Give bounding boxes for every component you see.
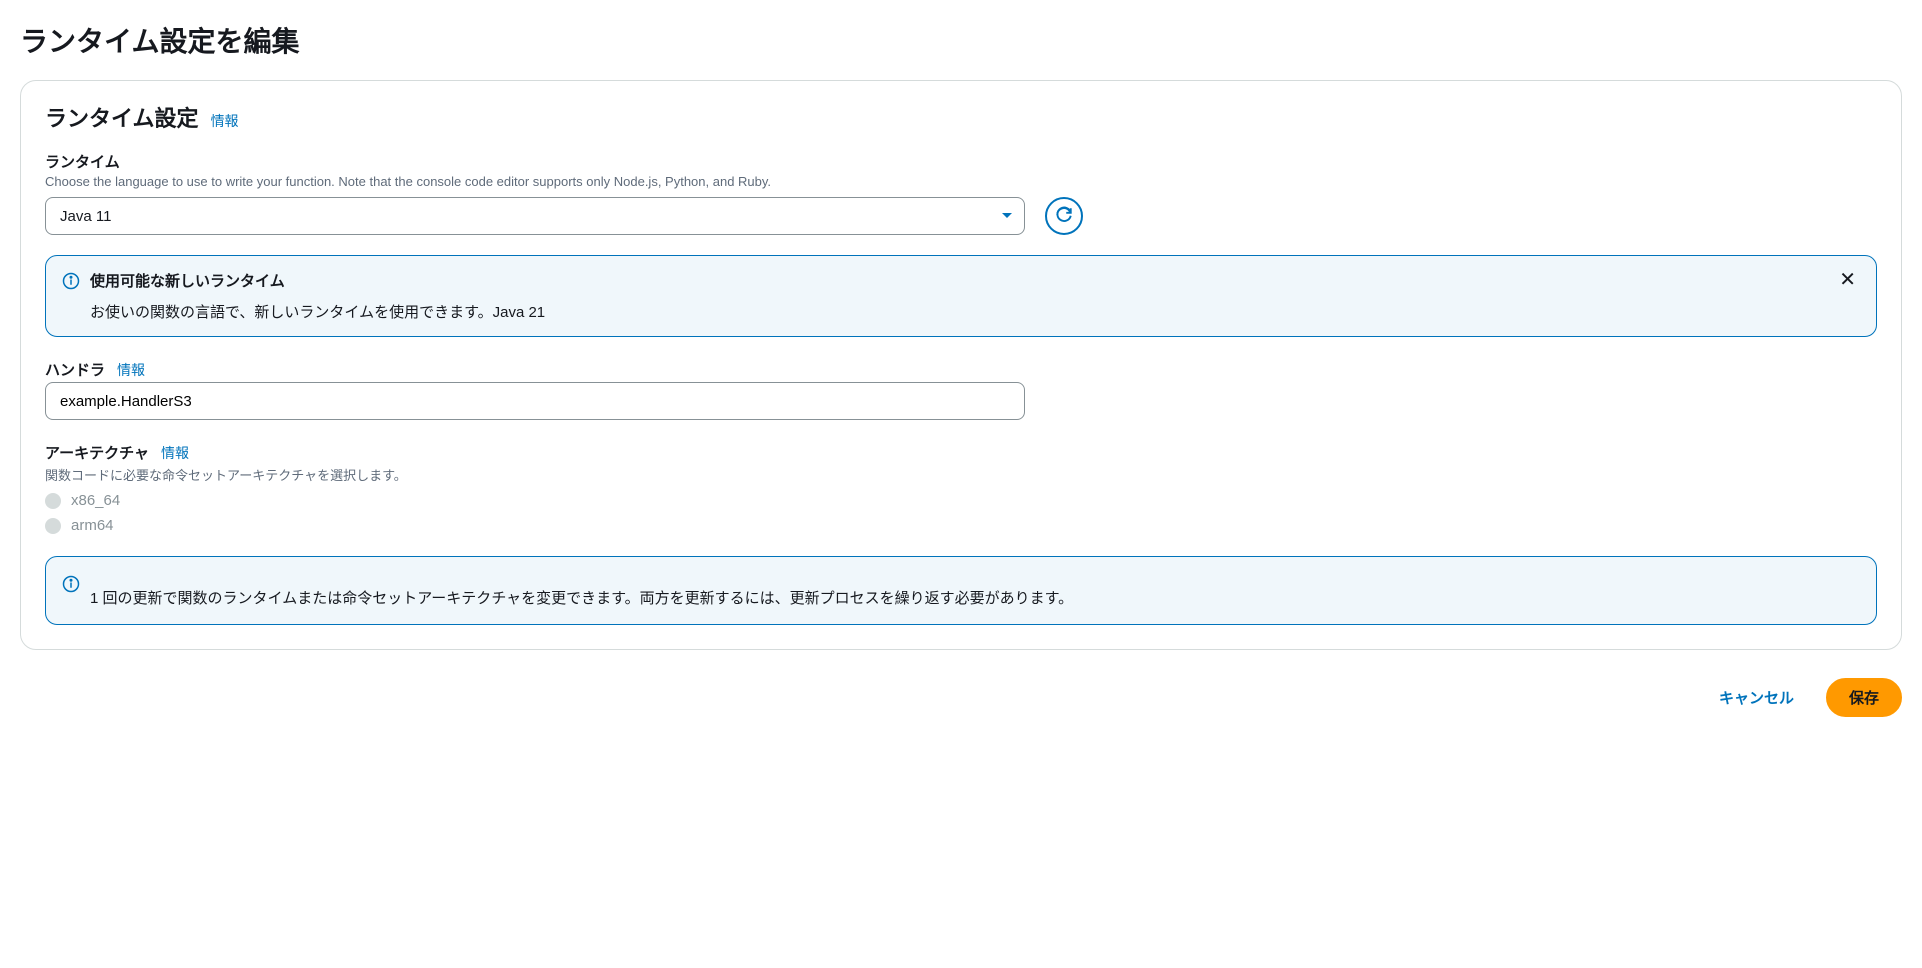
architecture-option-arm64[interactable]: arm64 xyxy=(45,517,1877,534)
section-header: ランタイム設定 情報 xyxy=(45,101,1877,133)
radio-label: x86_64 xyxy=(71,492,120,509)
architecture-option-x86[interactable]: x86_64 xyxy=(45,492,1877,509)
footer-actions: キャンセル 保存 xyxy=(20,678,1902,717)
runtime-description: Choose the language to use to write your… xyxy=(45,174,1877,189)
radio-icon xyxy=(45,493,61,509)
refresh-button[interactable] xyxy=(1045,197,1083,235)
runtime-select-wrapper: Java 11 xyxy=(45,197,1025,235)
runtime-label: ランタイム xyxy=(45,151,120,172)
radio-icon xyxy=(45,518,61,534)
runtime-select[interactable]: Java 11 xyxy=(45,197,1025,235)
runtime-row: Java 11 xyxy=(45,197,1877,235)
handler-label-row: ハンドラ 情報 xyxy=(45,359,1877,380)
refresh-icon xyxy=(1055,206,1073,227)
runtime-label-row: ランタイム xyxy=(45,151,1877,172)
architecture-description: 関数コードに必要な命令セットアーキテクチャを選択します。 xyxy=(45,465,1877,484)
alert-body: 使用可能な新しいランタイム お使いの関数の言語で、新しいランタイムを使用できます… xyxy=(90,270,1825,322)
runtime-settings-panel: ランタイム設定 情報 ランタイム Choose the language to … xyxy=(20,80,1902,650)
update-info-alert: 1 回の更新で関数のランタイムまたは命令セットアーキテクチャを変更できます。両方… xyxy=(45,556,1877,625)
info-icon xyxy=(62,272,80,295)
alert-title: 使用可能な新しいランタイム xyxy=(90,270,1825,291)
section-title: ランタイム設定 xyxy=(45,101,199,133)
handler-input[interactable] xyxy=(45,382,1025,420)
page-title: ランタイム設定を編集 xyxy=(20,20,1902,60)
architecture-label: アーキテクチャ xyxy=(45,442,149,463)
save-button[interactable]: 保存 xyxy=(1826,678,1902,717)
architecture-radio-group: x86_64 arm64 xyxy=(45,492,1877,534)
alert-text: お使いの関数の言語で、新しいランタイムを使用できます。Java 21 xyxy=(90,301,1825,322)
radio-label: arm64 xyxy=(71,517,114,534)
cancel-button[interactable]: キャンセル xyxy=(1707,679,1806,716)
alert-text: 1 回の更新で関数のランタイムまたは命令セットアーキテクチャを変更できます。両方… xyxy=(90,587,1860,608)
info-icon xyxy=(62,575,80,598)
section-info-link[interactable]: 情報 xyxy=(211,111,239,131)
close-icon: ✕ xyxy=(1839,269,1856,291)
close-alert-button[interactable]: ✕ xyxy=(1835,270,1860,290)
handler-info-link[interactable]: 情報 xyxy=(117,360,145,380)
alert-body: 1 回の更新で関数のランタイムまたは命令セットアーキテクチャを変更できます。両方… xyxy=(90,573,1860,608)
architecture-label-row: アーキテクチャ 情報 xyxy=(45,442,1877,463)
new-runtime-alert: 使用可能な新しいランタイム お使いの関数の言語で、新しいランタイムを使用できます… xyxy=(45,255,1877,337)
architecture-info-link[interactable]: 情報 xyxy=(161,443,189,463)
handler-label: ハンドラ xyxy=(45,359,105,380)
